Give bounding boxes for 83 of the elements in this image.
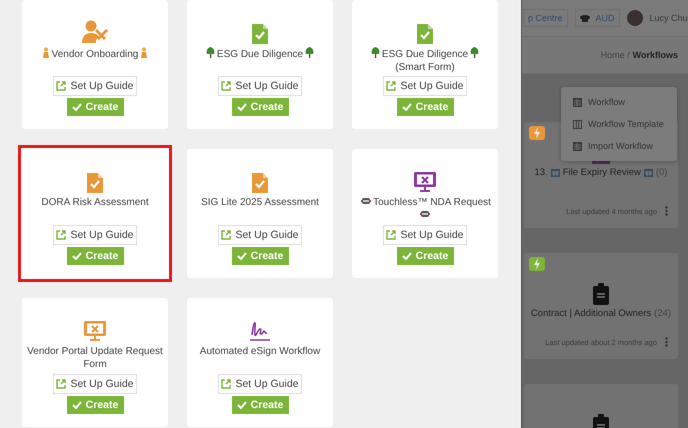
tree-icon: [206, 47, 215, 58]
title-text: File Expiry Review: [562, 167, 641, 178]
set-up-guide-button[interactable]: Set Up Guide: [218, 76, 302, 96]
template-card[interactable]: Vendor Portal Update Request Form Set Up Guide Create: [22, 298, 168, 427]
external-link-icon: [56, 81, 66, 91]
external-link-icon: [56, 379, 66, 389]
title-text: Contract | Additional Owners: [530, 308, 652, 319]
calendar-icon: [550, 168, 560, 177]
breadcrumb-current: Workflows: [632, 50, 678, 60]
document-check-icon: [252, 173, 268, 193]
clipboard-icon: [593, 283, 609, 305]
set-up-guide-button[interactable]: Set Up Guide: [53, 76, 137, 96]
title-text: Automated eSign Workflow: [200, 346, 320, 357]
set-up-guide-button[interactable]: Set Up Guide: [383, 76, 467, 96]
person-tools-icon: [82, 20, 108, 44]
document-check-icon: [87, 173, 103, 193]
create-button[interactable]: Create: [232, 396, 288, 414]
robot-icon: [361, 196, 372, 206]
table-icon: [573, 142, 582, 150]
title-text: Vendor Portal Update Request Form: [27, 346, 163, 370]
external-link-icon: [221, 230, 232, 240]
document-check-icon: [252, 24, 268, 44]
currency-button[interactable]: AUD: [574, 9, 620, 27]
template-card[interactable]: Touchless™ NDA Request Set Up Guide Create: [352, 149, 498, 278]
template-card[interactable]: DORA Risk Assessment Set Up Guide Create: [18, 145, 172, 282]
title-text: Touchless™ NDA Request: [373, 197, 491, 208]
robot-icon: [420, 209, 430, 219]
set-up-guide-button[interactable]: Set Up Guide: [383, 225, 467, 245]
table-icon: [573, 98, 582, 106]
columns-icon: [573, 120, 582, 128]
checkmark-icon: [236, 103, 247, 111]
person-emblem-icon: [42, 47, 50, 58]
checkmark-icon: [236, 252, 247, 260]
create-button[interactable]: Create: [396, 247, 454, 265]
set-up-guide-button[interactable]: Set Up Guide: [218, 374, 302, 394]
monitor-tools-icon: [83, 320, 107, 342]
create-button[interactable]: Create: [66, 98, 124, 116]
checkmark-icon: [72, 401, 82, 409]
create-button[interactable]: Create: [66, 396, 124, 414]
set-up-guide-button[interactable]: Set Up Guide: [53, 374, 137, 394]
create-button[interactable]: Create: [232, 98, 288, 116]
external-link-icon: [221, 379, 232, 389]
title-text: SIG Lite 2025 Assessment: [201, 197, 319, 208]
avatar[interactable]: [626, 10, 643, 26]
menu-item[interactable]: Workflow: [561, 91, 677, 113]
create-button[interactable]: Create: [232, 247, 288, 265]
external-link-icon: [386, 81, 396, 91]
person-emblem-icon: [140, 47, 148, 58]
tree-icon: [470, 47, 480, 58]
template-card[interactable]: Vendor Onboarding Set Up Guide Create: [22, 0, 168, 129]
template-card[interactable]: SIG Lite 2025 Assessment Set Up Guide Create: [187, 149, 333, 278]
title-text: ESG Due Diligence: [216, 49, 304, 60]
monitor-tools-icon: [413, 171, 437, 193]
user-name[interactable]: Lucy Chu: [650, 13, 688, 23]
signature-icon: [249, 320, 271, 342]
set-up-guide-button[interactable]: Set Up Guide: [53, 225, 137, 245]
set-up-guide-button[interactable]: Set Up Guide: [218, 225, 302, 245]
checkmark-icon: [402, 252, 412, 260]
checkmark-icon: [402, 103, 412, 111]
title-text: Vendor Onboarding: [52, 49, 138, 60]
kebab-menu-icon[interactable]: [665, 206, 668, 216]
external-link-icon: [386, 230, 396, 240]
checkmark-icon: [72, 103, 82, 111]
external-link-icon: [56, 230, 66, 240]
title-text: DORA Risk Assessment: [41, 197, 149, 208]
help-centre-link[interactable]: p Centre: [523, 9, 568, 27]
template-card[interactable]: ESG Due Diligence (Smart Form) Set Up Guide Create: [352, 0, 498, 129]
title-text: (Smart Form): [395, 62, 455, 73]
title-text: ESG Due Diligence: [382, 49, 468, 60]
checkmark-icon: [236, 401, 247, 409]
calendar-icon: [644, 168, 653, 177]
template-card[interactable]: Automated eSign Workflow Set Up Guide Create: [187, 298, 333, 427]
create-button[interactable]: Create: [66, 247, 124, 265]
menu-item[interactable]: Import Workflow: [561, 135, 677, 157]
tree-icon: [305, 47, 314, 58]
kebab-menu-icon[interactable]: [665, 337, 668, 347]
document-check-icon: [417, 24, 433, 44]
template-card[interactable]: ESG Due Diligence Set Up Guide Create: [187, 0, 333, 129]
tree-icon: [370, 47, 380, 58]
external-link-icon: [221, 81, 232, 91]
checkmark-icon: [72, 252, 82, 260]
title-text: 13.: [534, 167, 548, 178]
create-button[interactable]: Create: [396, 98, 454, 116]
